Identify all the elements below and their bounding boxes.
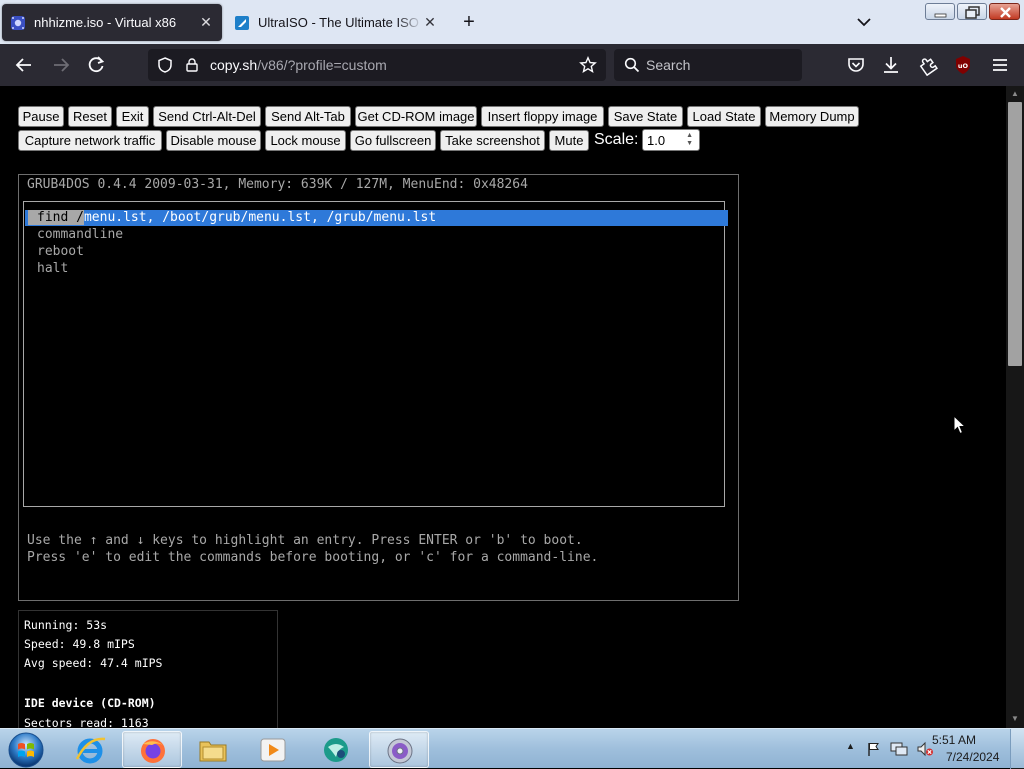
menu-item-rest: menu.lst, /boot/grub/menu.lst, /grub/men… <box>83 210 437 225</box>
restore-button[interactable] <box>957 3 987 20</box>
scroll-down-arrow-icon[interactable]: ▼ <box>1010 714 1020 724</box>
taskbar-firefox[interactable] <box>122 731 182 768</box>
star-bookmark-icon[interactable] <box>579 56 597 74</box>
tab-v86[interactable]: nhhizme.iso - Virtual x86 ✕ <box>2 4 222 41</box>
grub-menu-box <box>23 201 725 507</box>
help-line-1: Use the ↑ and ↓ keys to highlight an ent… <box>27 533 583 548</box>
navigation-toolbar: copy.sh/v86/?profile=custom Search uO <box>0 44 1024 86</box>
hamburger-menu-icon[interactable] <box>989 54 1011 76</box>
forward-arrow-icon[interactable] <box>50 54 72 76</box>
media-player-icon <box>260 738 286 762</box>
firefox-icon <box>141 739 165 763</box>
search-input[interactable]: Search <box>646 57 690 73</box>
tab-title: UltraISO - The Ultimate ISO CD <box>258 15 422 30</box>
address-bar[interactable]: copy.sh/v86/?profile=custom <box>148 49 606 81</box>
file-explorer-icon <box>199 741 227 762</box>
grub-menu-item[interactable]: commandline <box>37 227 123 242</box>
get-cdrom-image-button[interactable]: Get CD-ROM image <box>355 106 477 127</box>
action-center-flag-icon[interactable] <box>866 741 882 757</box>
svg-text:uO: uO <box>958 62 969 70</box>
help-line-2: Press 'e' to edit the commands before bo… <box>27 550 599 565</box>
scale-input[interactable]: 1.0 ▲ ▼ <box>642 129 700 151</box>
taskbar-media-player[interactable] <box>243 731 303 768</box>
show-hidden-icons-arrow-icon[interactable]: ▲ <box>846 741 855 751</box>
disable-mouse-button[interactable]: Disable mouse <box>166 130 261 151</box>
close-tab-icon[interactable]: ✕ <box>198 14 214 31</box>
ublock-origin-icon[interactable]: uO <box>952 54 974 76</box>
send-ctrl-alt-del-button[interactable]: Send Ctrl-Alt-Del <box>153 106 261 127</box>
exit-button[interactable]: Exit <box>116 106 149 127</box>
load-state-button[interactable]: Load State <box>687 106 761 127</box>
taskbar-disc-burner[interactable] <box>369 731 429 768</box>
insert-floppy-image-button[interactable]: Insert floppy image <box>481 106 604 127</box>
chevron-down-icon[interactable] <box>852 11 876 33</box>
url-path: /v86/?profile=custom <box>257 57 387 73</box>
grub-menu-item[interactable]: halt <box>37 261 68 276</box>
scrollbar-thumb[interactable] <box>1008 102 1022 366</box>
lock-mouse-button[interactable]: Lock mouse <box>265 130 346 151</box>
memory-dump-button[interactable]: Memory Dump <box>765 106 859 127</box>
taskbar-globe-app[interactable] <box>306 731 366 768</box>
avg-speed-stat: Avg speed: 47.4 mIPS <box>24 656 163 670</box>
tab-strip: nhhizme.iso - Virtual x86 ✕ UltraISO - T… <box>0 0 1024 44</box>
minimize-button[interactable] <box>925 3 955 20</box>
mute-button[interactable]: Mute <box>549 130 589 151</box>
app-globe-icon <box>324 738 348 762</box>
reload-icon[interactable] <box>85 54 107 76</box>
sectors-read-stat: Sectors read: 1163 <box>24 716 149 728</box>
tab-ultraiso[interactable]: UltraISO - The Ultimate ISO CD ✕ <box>226 4 446 41</box>
back-arrow-icon[interactable] <box>13 54 35 76</box>
capture-network-traffic-button[interactable]: Capture network traffic <box>18 130 162 151</box>
grub-header: GRUB4DOS 0.4.4 2009-03-31, Memory: 639K … <box>27 177 528 192</box>
emulator-screen[interactable]: GRUB4DOS 0.4.4 2009-03-31, Memory: 639K … <box>18 174 739 601</box>
url-host: copy.sh <box>210 57 258 73</box>
taskbar-internet-explorer[interactable] <box>60 731 120 768</box>
grub-menu-item[interactable]: reboot <box>37 244 84 259</box>
running-time: Running: 53s <box>24 618 108 632</box>
shield-icon[interactable] <box>156 56 174 74</box>
url-text[interactable]: copy.sh/v86/?profile=custom <box>210 57 387 73</box>
search-icon <box>624 57 640 73</box>
mouse-pointer-icon <box>953 415 967 435</box>
show-desktop-button[interactable] <box>1010 729 1024 769</box>
windows-start-orb-icon[interactable] <box>6 731 46 769</box>
speed-stat: Speed: 49.8 mIPS <box>24 637 135 651</box>
download-icon[interactable] <box>880 54 902 76</box>
send-alt-tab-button[interactable]: Send Alt-Tab <box>265 106 351 127</box>
scale-value: 1.0 <box>647 133 666 148</box>
v86-icon <box>11 15 25 30</box>
search-bar[interactable]: Search <box>614 49 802 81</box>
runtime-stats-panel: Running: 53s Speed: 49.8 mIPS Avg speed:… <box>18 610 278 728</box>
extensions-icon[interactable] <box>917 54 939 76</box>
pause-button[interactable]: Pause <box>18 106 64 127</box>
tab-title: nhhizme.iso - Virtual x86 <box>34 15 177 30</box>
ide-device-title: IDE device (CD-ROM) <box>24 696 156 710</box>
menu-item-prefix: find / <box>28 210 84 225</box>
clock-time[interactable]: 5:51 AM <box>932 733 976 747</box>
window-close-button[interactable] <box>989 3 1020 20</box>
network-icon[interactable] <box>890 741 908 757</box>
windows-taskbar: ▲ 5:51 AM 7/24/2024 <box>0 728 1024 769</box>
reset-button[interactable]: Reset <box>68 106 112 127</box>
close-tab-icon[interactable]: ✕ <box>422 14 438 31</box>
pocket-icon[interactable] <box>845 54 867 76</box>
take-screenshot-button[interactable]: Take screenshot <box>440 130 545 151</box>
scale-label: Scale: <box>594 131 639 148</box>
disc-burner-icon <box>387 738 413 764</box>
page-scrollbar[interactable]: ▲ ▼ <box>1006 86 1024 728</box>
ultraiso-icon <box>235 15 249 30</box>
lock-icon[interactable] <box>184 57 200 73</box>
clock-date[interactable]: 7/24/2024 <box>946 750 999 764</box>
taskbar-file-explorer[interactable] <box>183 731 243 768</box>
v86-page: Pause Reset Exit Send Ctrl-Alt-Del Send … <box>0 86 1006 728</box>
spinner-arrows-icon[interactable]: ▲ ▼ <box>686 132 693 148</box>
new-tab-button[interactable]: + <box>458 11 480 33</box>
internet-explorer-icon <box>75 737 106 764</box>
grub-menu-item[interactable]: find /menu.lst, /boot/grub/menu.lst, /gr… <box>28 210 437 225</box>
grub-help-text: Use the ↑ and ↓ keys to highlight an ent… <box>27 532 598 566</box>
save-state-button[interactable]: Save State <box>608 106 683 127</box>
scroll-up-arrow-icon[interactable]: ▲ <box>1010 89 1020 99</box>
go-fullscreen-button[interactable]: Go fullscreen <box>350 130 436 151</box>
